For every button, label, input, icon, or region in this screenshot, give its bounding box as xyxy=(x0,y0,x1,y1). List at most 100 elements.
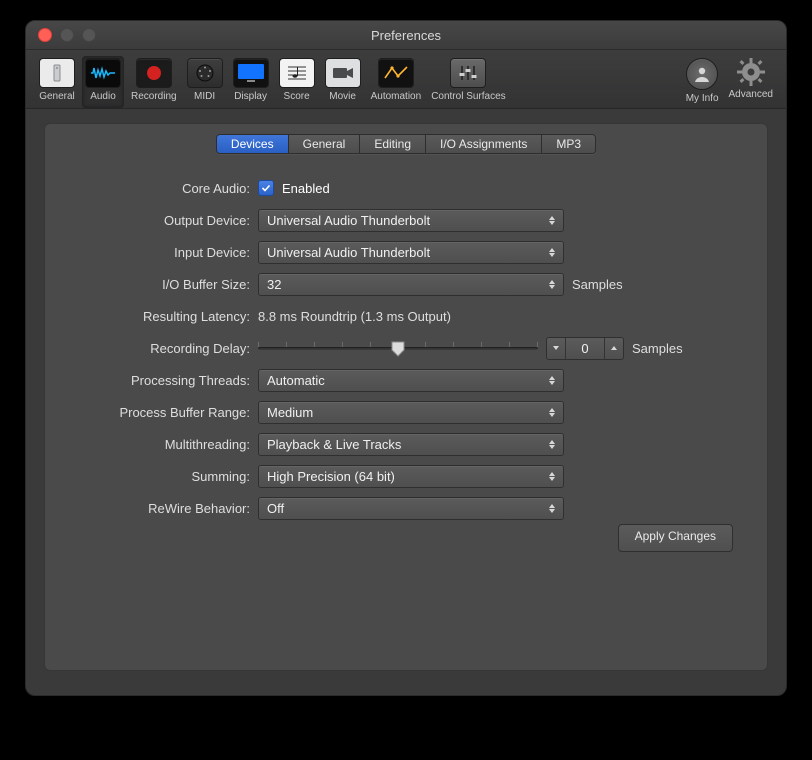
updown-icon xyxy=(547,404,557,421)
row-core-audio: Core Audio: Enabled xyxy=(45,176,733,200)
resulting-latency-label: Resulting Latency: xyxy=(45,309,258,324)
recording-delay-value: 0 xyxy=(566,341,604,356)
slider-thumb-icon[interactable] xyxy=(391,341,405,357)
updown-icon xyxy=(547,468,557,485)
row-resulting-latency: Resulting Latency: 8.8 ms Roundtrip (1.3… xyxy=(45,304,733,328)
output-device-select[interactable]: Universal Audio Thunderbolt xyxy=(258,209,564,232)
core-audio-checkbox[interactable] xyxy=(258,180,274,196)
updown-icon xyxy=(547,436,557,453)
row-rewire: ReWire Behavior: Off xyxy=(45,496,733,520)
toolbar-item-general[interactable]: General xyxy=(36,56,78,108)
row-input-device: Input Device: Universal Audio Thunderbol… xyxy=(45,240,733,264)
toolbar-label: My Info xyxy=(686,93,719,104)
toolbar-label: Recording xyxy=(131,91,177,102)
stepper-down-icon[interactable] xyxy=(547,338,566,359)
rewire-select[interactable]: Off xyxy=(258,497,564,520)
processing-threads-label: Processing Threads: xyxy=(45,373,258,388)
input-device-label: Input Device: xyxy=(45,245,258,260)
rewire-label: ReWire Behavior: xyxy=(45,501,258,516)
row-processing-threads: Processing Threads: Automatic xyxy=(45,368,733,392)
processing-threads-value: Automatic xyxy=(267,373,325,388)
toolbar-item-movie[interactable]: Movie xyxy=(322,56,364,108)
core-audio-label: Core Audio: xyxy=(45,181,258,196)
summing-value: High Precision (64 bit) xyxy=(267,469,395,484)
score-icon xyxy=(279,58,315,88)
core-audio-enabled-text: Enabled xyxy=(282,181,330,196)
row-io-buffer: I/O Buffer Size: 32 Samples xyxy=(45,272,733,296)
preferences-window: Preferences General Audio Recording xyxy=(25,20,787,696)
updown-icon xyxy=(547,276,557,293)
midi-icon xyxy=(187,58,223,88)
multithreading-select[interactable]: Playback & Live Tracks xyxy=(258,433,564,456)
automation-icon xyxy=(378,58,414,88)
audio-icon xyxy=(85,58,121,88)
toolbar-item-automation[interactable]: Automation xyxy=(368,56,425,108)
recording-delay-slider[interactable] xyxy=(258,338,538,358)
window-title: Preferences xyxy=(26,28,786,43)
toolbar-label: Automation xyxy=(371,91,422,102)
toolbar-label: Display xyxy=(234,91,267,102)
tab-mp3[interactable]: MP3 xyxy=(542,135,595,153)
output-device-value: Universal Audio Thunderbolt xyxy=(267,213,430,228)
row-process-buffer-range: Process Buffer Range: Medium xyxy=(45,400,733,424)
stepper-up-icon[interactable] xyxy=(604,338,623,359)
summing-label: Summing: xyxy=(45,469,258,484)
row-multithreading: Multithreading: Playback & Live Tracks xyxy=(45,432,733,456)
gear-icon xyxy=(734,58,768,86)
input-device-select[interactable]: Universal Audio Thunderbolt xyxy=(258,241,564,264)
tab-editing[interactable]: Editing xyxy=(360,135,426,153)
form: Core Audio: Enabled Output Device: Unive… xyxy=(45,176,767,520)
recording-delay-label: Recording Delay: xyxy=(45,341,258,356)
toolbar-item-my-info[interactable]: My Info xyxy=(683,56,722,108)
updown-icon xyxy=(547,212,557,229)
toolbar-label: Score xyxy=(284,91,310,102)
updown-icon xyxy=(547,372,557,389)
process-buffer-range-value: Medium xyxy=(267,405,313,420)
input-device-value: Universal Audio Thunderbolt xyxy=(267,245,430,260)
toolbar-label: Audio xyxy=(90,91,116,102)
multithreading-value: Playback & Live Tracks xyxy=(267,437,401,452)
toolbar: General Audio Recording MIDI xyxy=(26,50,786,109)
close-icon[interactable] xyxy=(38,28,52,42)
minimize-icon[interactable] xyxy=(60,28,74,42)
apply-changes-button[interactable]: Apply Changes xyxy=(618,524,733,552)
toolbar-label: Advanced xyxy=(729,89,773,100)
tab-io-assignments[interactable]: I/O Assignments xyxy=(426,135,542,153)
processing-threads-select[interactable]: Automatic xyxy=(258,369,564,392)
toolbar-item-midi[interactable]: MIDI xyxy=(184,56,226,108)
updown-icon xyxy=(547,244,557,261)
row-summing: Summing: High Precision (64 bit) xyxy=(45,464,733,488)
row-output-device: Output Device: Universal Audio Thunderbo… xyxy=(45,208,733,232)
user-icon xyxy=(686,58,718,90)
window-controls xyxy=(38,28,96,42)
tab-devices[interactable]: Devices xyxy=(217,135,289,153)
recording-delay-suffix: Samples xyxy=(632,341,683,356)
toolbar-item-score[interactable]: Score xyxy=(276,56,318,108)
subtab-bar: Devices General Editing I/O Assignments … xyxy=(45,134,767,154)
process-buffer-range-select[interactable]: Medium xyxy=(258,401,564,424)
display-icon xyxy=(233,58,269,88)
general-icon xyxy=(39,58,75,88)
panel: Devices General Editing I/O Assignments … xyxy=(44,123,768,671)
toolbar-item-display[interactable]: Display xyxy=(230,56,272,108)
zoom-icon[interactable] xyxy=(82,28,96,42)
toolbar-item-recording[interactable]: Recording xyxy=(128,56,180,108)
io-buffer-select[interactable]: 32 xyxy=(258,273,564,296)
multithreading-label: Multithreading: xyxy=(45,437,258,452)
content-area: Devices General Editing I/O Assignments … xyxy=(26,109,786,695)
recording-delay-stepper[interactable]: 0 xyxy=(546,337,624,360)
toolbar-label: Movie xyxy=(329,91,356,102)
toolbar-label: MIDI xyxy=(194,91,215,102)
summing-select[interactable]: High Precision (64 bit) xyxy=(258,465,564,488)
toolbar-item-advanced[interactable]: Advanced xyxy=(726,56,776,108)
row-recording-delay: Recording Delay: 0 xyxy=(45,336,733,360)
toolbar-item-audio[interactable]: Audio xyxy=(82,56,124,108)
io-buffer-label: I/O Buffer Size: xyxy=(45,277,258,292)
recording-icon xyxy=(136,58,172,88)
process-buffer-range-label: Process Buffer Range: xyxy=(45,405,258,420)
titlebar: Preferences xyxy=(26,21,786,50)
toolbar-item-control-surfaces[interactable]: Control Surfaces xyxy=(428,56,508,108)
tab-general[interactable]: General xyxy=(289,135,361,153)
output-device-label: Output Device: xyxy=(45,213,258,228)
rewire-value: Off xyxy=(267,501,284,516)
